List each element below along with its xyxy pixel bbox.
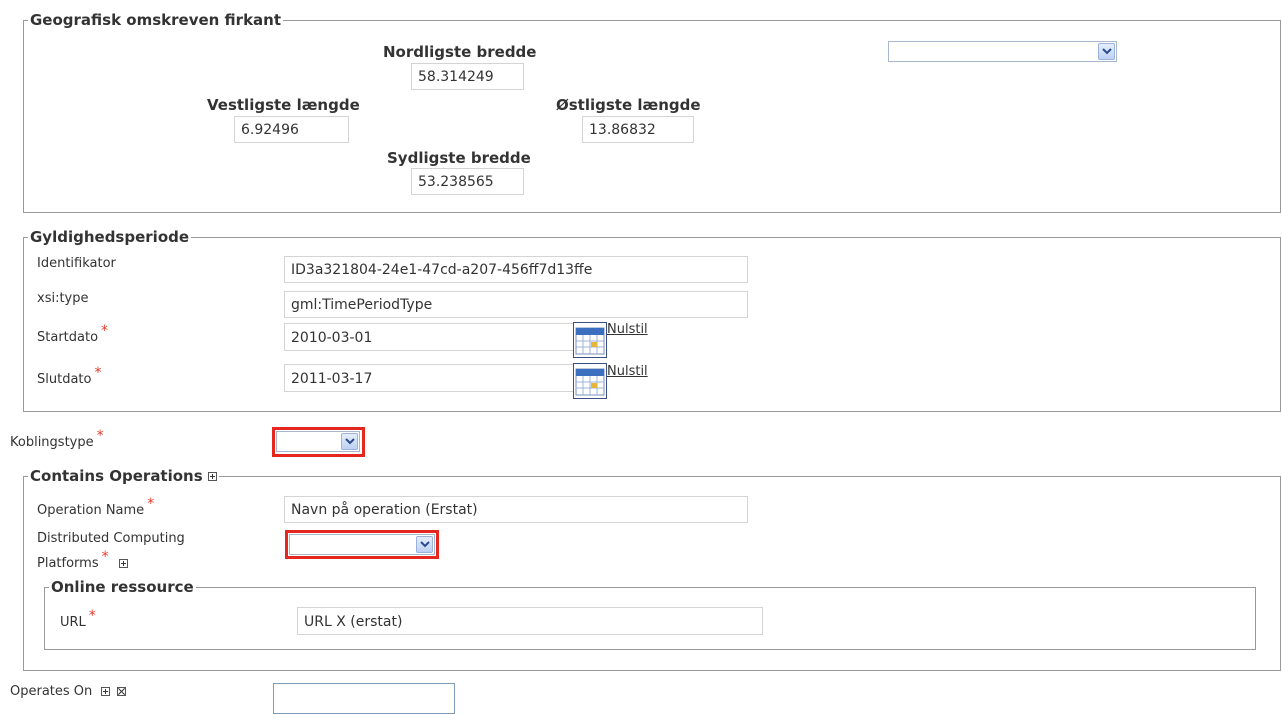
koblingstype-label: Koblingstype * [10, 428, 104, 450]
expand-plus-icon[interactable] [118, 559, 128, 568]
bbox-legend: Geografisk omskreven firkant [30, 11, 282, 29]
north-label: Nordligste bredde [383, 43, 537, 61]
dcp-select[interactable] [289, 534, 435, 555]
chevron-down-icon [416, 536, 433, 553]
identifier-input[interactable]: ID3a321804-24e1-47cd-a207-456ff7d13ffe [284, 256, 748, 283]
slutdato-input[interactable]: 2011-03-17 [284, 364, 574, 392]
koblingstype-label-text: Koblingstype [10, 435, 94, 450]
required-marker: * [147, 496, 155, 512]
operates-on-label-text: Operates On [10, 684, 93, 699]
east-label: Østligste længde [556, 96, 701, 114]
chevron-down-icon [341, 433, 358, 450]
calendar-icon[interactable] [573, 322, 607, 358]
url-label: URL * [60, 608, 96, 630]
url-label-text: URL [60, 615, 86, 630]
west-input[interactable]: 6.92496 [234, 116, 349, 143]
dcp-label-line2: Platforms * [37, 549, 128, 571]
required-marker: * [96, 428, 104, 444]
identifier-label: Identifikator [37, 256, 116, 271]
operations-legend: Contains Operations [28, 468, 219, 484]
reset-end-link[interactable]: Nulstil [607, 364, 648, 379]
bbox-select[interactable] [888, 41, 1117, 62]
chevron-down-icon [1098, 43, 1115, 60]
south-label: Sydligste bredde [387, 149, 531, 167]
startdato-input[interactable]: 2010-03-01 [284, 323, 574, 351]
north-input[interactable]: 58.314249 [411, 63, 524, 90]
url-input[interactable]: URL X (erstat) [297, 607, 763, 635]
operation-name-label-text: Operation Name [37, 503, 145, 518]
south-input[interactable]: 53.238565 [411, 168, 524, 195]
expand-plus-icon[interactable] [101, 687, 111, 696]
operation-name-label: Operation Name * [37, 496, 154, 518]
operation-name-input[interactable]: Navn på operation (Erstat) [284, 496, 748, 523]
east-input[interactable]: 13.86832 [582, 116, 694, 143]
required-marker: * [94, 365, 102, 381]
required-marker: * [101, 323, 109, 339]
remove-x-icon[interactable] [116, 687, 126, 696]
slutdato-label-text: Slutdato [37, 372, 92, 387]
west-label: Vestligste længde [207, 96, 360, 114]
validity-legend: Gyldighedsperiode [30, 228, 190, 246]
dcp-label-text: Platforms [37, 556, 99, 571]
slutdato-label: Slutdato * [37, 365, 101, 387]
koblingstype-select[interactable] [276, 431, 360, 452]
expand-plus-icon[interactable] [207, 472, 217, 481]
required-marker: * [88, 608, 96, 624]
required-marker: * [101, 549, 109, 565]
xsi-type-label: xsi:type [37, 291, 89, 306]
operations-legend-text: Contains Operations [30, 467, 203, 485]
reset-start-link[interactable]: Nulstil [607, 322, 648, 337]
online-resource-legend: Online ressource [51, 578, 194, 596]
operates-on-label: Operates On [10, 684, 126, 699]
xsi-type-input[interactable]: gml:TimePeriodType [284, 291, 748, 318]
operates-on-input[interactable] [273, 683, 455, 714]
calendar-icon[interactable] [573, 363, 607, 399]
startdato-label-text: Startdato [37, 330, 99, 345]
dcp-label-line1: Distributed Computing [37, 531, 185, 546]
startdato-label: Startdato * [37, 323, 108, 345]
